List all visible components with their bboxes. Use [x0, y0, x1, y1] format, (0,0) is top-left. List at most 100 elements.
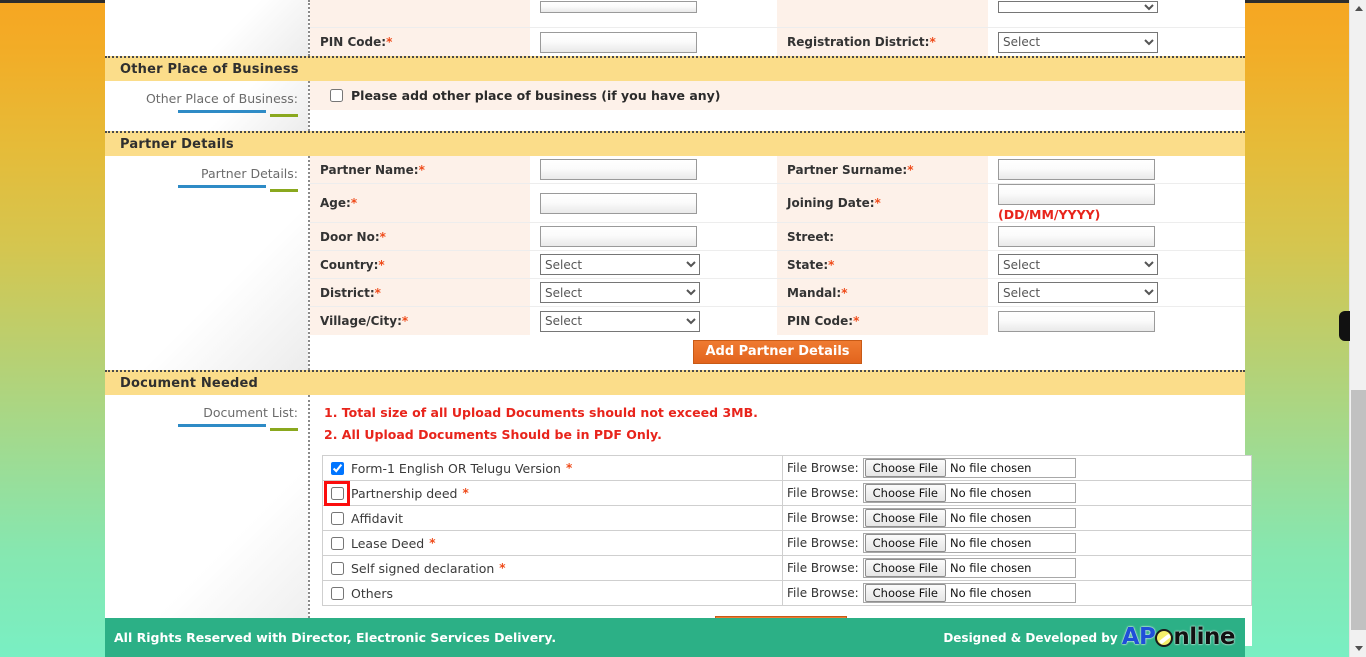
file-input[interactable]: Choose File No file chosen [862, 533, 1076, 553]
partner-field-1a-input[interactable] [540, 192, 697, 214]
choose-file-button[interactable]: Choose File [864, 584, 946, 602]
document-name-wrap: Affidavit [323, 508, 782, 529]
partner-field-3a: Select [530, 251, 777, 278]
document-file-cell: File Browse: Choose File No file chosen [782, 480, 1252, 506]
file-input[interactable]: Choose File No file chosen [862, 508, 1076, 528]
accent-green-rule [270, 428, 298, 431]
aponline-logo: AP nline [1121, 624, 1236, 650]
choose-file-button[interactable]: Choose File [864, 509, 946, 527]
partner-field-2a [530, 223, 777, 250]
partner-field-2b [988, 223, 1245, 250]
document-checkbox[interactable] [331, 536, 344, 550]
document-name-cell: Affidavit [322, 505, 783, 531]
partner-accent-rules [105, 185, 308, 193]
document-name-label: Others [351, 585, 394, 601]
partner-field-1b-format-hint: (DD/MM/YYYY) [998, 207, 1101, 222]
footer-copyright: All Rights Reserved with Director, Elect… [114, 630, 557, 645]
pin-code-input[interactable] [540, 31, 697, 53]
document-file-wrap: File Browse: Choose File No file chosen [783, 456, 1251, 480]
logo-ap-text: AP [1121, 624, 1156, 650]
file-input[interactable]: Choose File No file chosen [862, 458, 1076, 478]
partner-field-1b-input[interactable] [998, 184, 1155, 205]
other-place-checkbox[interactable] [330, 89, 343, 102]
choose-file-button[interactable]: Choose File [864, 484, 946, 502]
document-checkbox[interactable] [331, 561, 344, 575]
top-right-column: PIN Code: * Registration District: * Selec… [310, 0, 1245, 56]
choose-file-button[interactable]: Choose File [864, 459, 946, 477]
cut-input-left[interactable] [540, 0, 697, 13]
chosen-file-name: No file chosen [950, 536, 1032, 550]
document-name-cell: Self signed declaration * [322, 555, 783, 581]
cut-select-right[interactable] [998, 0, 1158, 13]
partner-label-4a-required: * [374, 285, 381, 300]
globe-icon [1155, 628, 1174, 647]
add-partner-details-button[interactable]: Add Partner Details [693, 340, 862, 364]
top-partial-block: PIN Code: * Registration District: * Selec… [105, 0, 1245, 56]
document-note-2: 2. All Upload Documents Should be in PDF… [324, 427, 662, 442]
section-header-partner-details: Partner Details [105, 131, 1245, 156]
partner-label-1b: Joining Date: * [777, 184, 988, 222]
file-browse-label: File Browse: [787, 461, 859, 475]
file-input[interactable]: Choose File No file chosen [862, 483, 1076, 503]
partner-field-5b-input[interactable] [998, 310, 1155, 332]
partner-field-3b-select[interactable]: Select [998, 254, 1158, 275]
document-name-label: Partnership deed [351, 485, 458, 501]
file-input[interactable]: Choose File No file chosen [862, 583, 1076, 603]
other-place-left-label: Other Place of Business: [145, 91, 298, 106]
other-place-block: Other Place of Business: Please add othe… [105, 81, 1245, 131]
chosen-file-name: No file chosen [950, 561, 1032, 575]
document-row: Partnership deed * File Browse: Choose File… [322, 480, 1252, 506]
partner-field-row: Village/City: * Select PIN Code: * [310, 307, 1245, 335]
document-name-label: Form-1 English OR Telugu Version [351, 460, 561, 476]
partner-label-0b-required: * [907, 162, 914, 177]
partner-label-1a-required: * [350, 196, 358, 210]
partner-field-5a-select[interactable]: Select [540, 310, 700, 332]
choose-file-button[interactable]: Choose File [864, 559, 946, 577]
document-checkbox[interactable] [331, 586, 344, 600]
document-name-wrap: Form-1 English OR Telugu Version * [323, 458, 782, 479]
choose-file-button[interactable]: Choose File [864, 534, 946, 552]
document-checkbox[interactable] [331, 511, 344, 525]
other-place-checkbox-row[interactable]: Please add other place of business (if y… [310, 81, 1245, 110]
partner-field-1a [530, 184, 777, 222]
partner-label-3a-text: Country: [320, 257, 379, 272]
document-name-label: Affidavit [351, 510, 404, 526]
document-required-mark: * [499, 561, 506, 575]
document-checkbox[interactable] [331, 486, 344, 500]
document-name-cell: Form-1 English OR Telugu Version * [322, 455, 783, 481]
partner-field-4a-select[interactable]: Select [540, 282, 700, 303]
document-name-cell: Lease Deed * [322, 530, 783, 556]
file-input[interactable]: Choose File No file chosen [862, 558, 1076, 578]
footer-credit-text: Designed & Developed by [943, 630, 1118, 645]
partner-field-2b-input[interactable] [998, 226, 1155, 247]
partner-field-0b-input[interactable] [998, 159, 1155, 180]
top-cut-row [310, 0, 1245, 28]
scroll-down-arrow[interactable] [1350, 640, 1366, 657]
partner-label-5a-required: * [401, 314, 409, 328]
partner-field-row: District: * Select Mandal: * Select [310, 279, 1245, 307]
vertical-scrollbar[interactable] [1349, 0, 1366, 657]
document-name-cell: Others [322, 580, 783, 606]
registration-district-select[interactable]: Select [998, 31, 1158, 53]
triangle-up-icon [1354, 6, 1363, 11]
chosen-file-name: No file chosen [950, 461, 1032, 475]
document-checkbox[interactable] [331, 461, 344, 475]
partner-field-0a-input[interactable] [540, 159, 697, 180]
partner-field-4a: Select [530, 279, 777, 306]
partner-field-3a-select[interactable]: Select [540, 254, 700, 275]
partner-label-4b-text: Mandal: [787, 285, 842, 300]
partner-field-5a: Select [530, 307, 777, 335]
registration-district-field: Select [988, 28, 1245, 56]
other-place-accent-rules [105, 110, 308, 118]
pin-code-field [530, 28, 777, 56]
side-tab-handle[interactable] [1339, 311, 1350, 341]
partner-field-2a-input[interactable] [540, 226, 697, 247]
document-file-cell: File Browse: Choose File No file chosen [782, 580, 1252, 606]
chosen-file-name: No file chosen [950, 586, 1032, 600]
partner-field-4b-select[interactable]: Select [998, 282, 1158, 303]
partner-label-4b: Mandal: * [777, 279, 988, 306]
scrollbar-thumb[interactable] [1351, 390, 1366, 630]
scroll-up-arrow[interactable] [1350, 0, 1366, 17]
partner-label-3a: Country: * [310, 251, 530, 278]
document-file-cell: File Browse: Choose File No file chosen [782, 555, 1252, 581]
